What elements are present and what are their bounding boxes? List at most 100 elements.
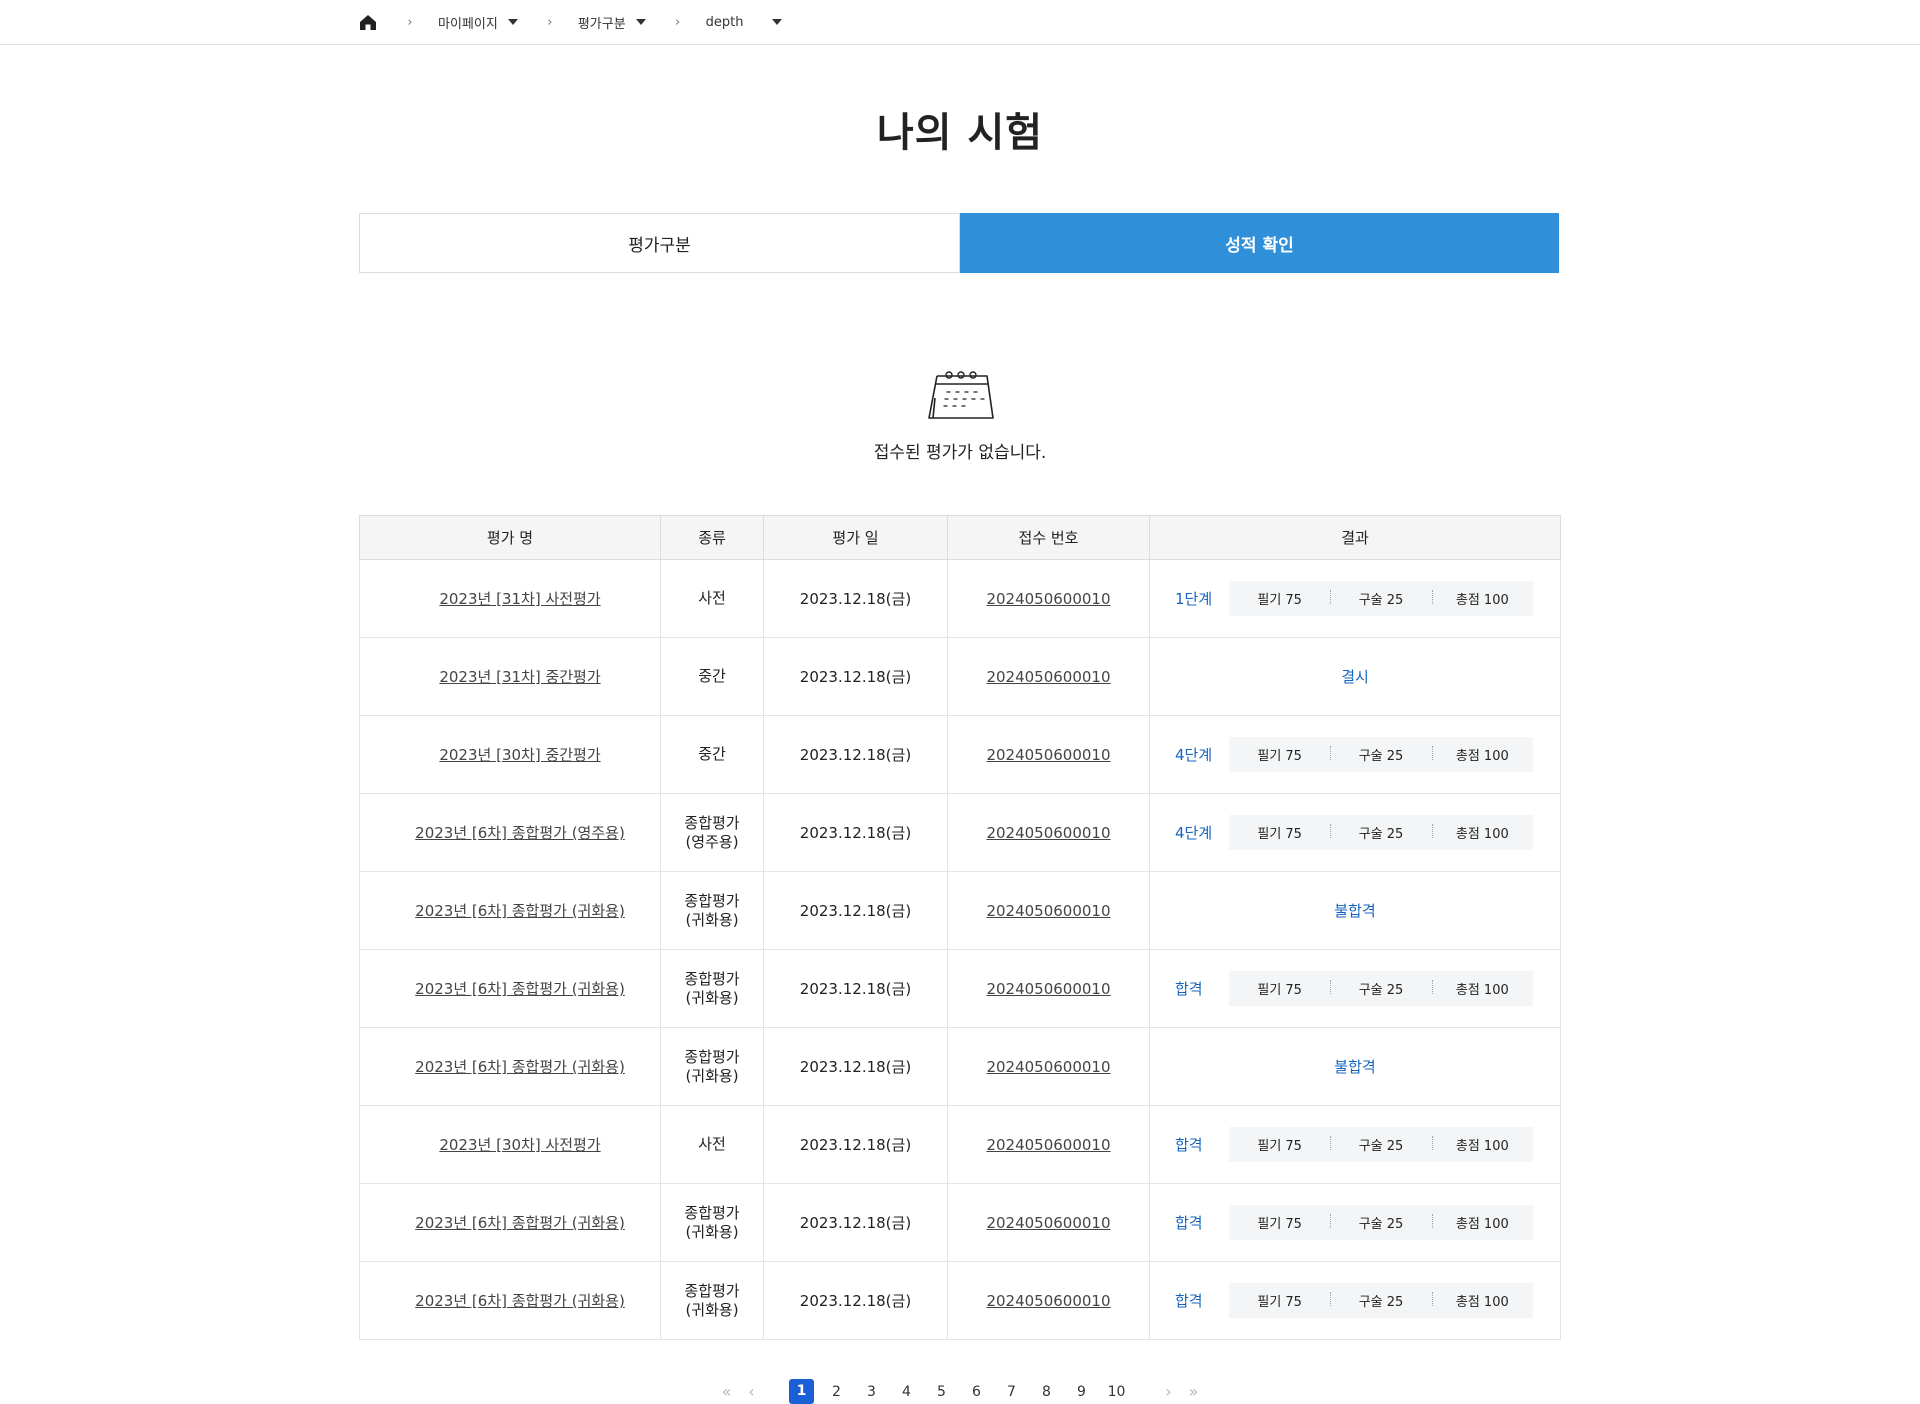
evaluation-name-link[interactable]: 2023년 [6차] 종합평가 (영주용) [415,824,625,842]
page-number-3[interactable]: 3 [854,1384,889,1400]
cell-date: 2023.12.18(금) [763,1105,948,1184]
breadcrumb-label: depth [705,14,744,30]
page-number-7[interactable]: 7 [994,1384,1029,1400]
receipt-number-link[interactable]: 2024050600010 [986,902,1110,920]
evaluation-name-link[interactable]: 2023년 [6차] 종합평가 (귀화용) [415,980,625,998]
page-number-1[interactable]: 1 [789,1379,814,1404]
result-status: 합격 [1175,1292,1203,1310]
receipt-number-link[interactable]: 2024050600010 [986,1058,1110,1076]
kind-line: 종합평가 [684,969,740,988]
header-result: 결과 [1149,515,1561,560]
oral-score: 구술 25 [1330,979,1431,998]
cell-evaluation-name: 2023년 [31차] 사전평가 [359,559,661,638]
chevron-right-icon[interactable]: › [1156,1382,1181,1401]
breadcrumb-label: 마이페이지 [438,16,498,32]
result-status: 결시 [1341,668,1369,686]
evaluation-name-link[interactable]: 2023년 [30차] 중간평가 [439,746,600,764]
tab-score-check[interactable]: 성적 확인 [960,213,1559,273]
cell-receipt-number: 2024050600010 [947,1027,1150,1106]
cell-evaluation-name: 2023년 [31차] 중간평가 [359,637,661,716]
score-box: 필기 75 구술 25 총점 100 [1229,1205,1533,1240]
cell-evaluation-name: 2023년 [6차] 종합평가 (귀화용) [359,949,661,1028]
total-score: 총점 100 [1431,823,1533,842]
cell-result: 합격 필기 75 구술 25 총점 100 [1149,949,1561,1028]
cell-result: 합격 필기 75 구술 25 총점 100 [1149,1105,1561,1184]
kind-line: 중간 [698,667,726,685]
oral-score: 구술 25 [1330,1291,1431,1310]
score-box: 필기 75 구술 25 총점 100 [1229,815,1533,850]
cell-receipt-number: 2024050600010 [947,637,1150,716]
cell-receipt-number: 2024050600010 [947,793,1150,872]
cell-evaluation-name: 2023년 [6차] 종합평가 (귀화용) [359,1027,661,1106]
evaluation-name-link[interactable]: 2023년 [6차] 종합평가 (귀화용) [415,1292,625,1310]
receipt-number-link[interactable]: 2024050600010 [986,746,1110,764]
receipt-number-link[interactable]: 2024050600010 [986,590,1110,608]
cell-kind: 종합평가 (귀화용) [660,949,764,1028]
header-date: 평가 일 [763,515,948,560]
cell-evaluation-name: 2023년 [30차] 사전평가 [359,1105,661,1184]
breadcrumb-item-category[interactable]: 평가구분 [578,13,646,32]
double-chevron-left-icon[interactable]: « [714,1382,739,1401]
receipt-number-link[interactable]: 2024050600010 [986,1136,1110,1154]
total-score: 총점 100 [1431,745,1533,764]
page-number-2[interactable]: 2 [819,1384,854,1400]
evaluation-name-link[interactable]: 2023년 [6차] 종합평가 (귀화용) [415,902,625,920]
written-score: 필기 75 [1257,1139,1302,1154]
receipt-number-link[interactable]: 2024050600010 [986,1292,1110,1310]
cell-date: 2023.12.18(금) [763,1027,948,1106]
result-detail: 합격 필기 75 구술 25 총점 100 [1151,1283,1559,1318]
oral-score: 구술 25 [1330,1135,1431,1154]
cell-evaluation-name: 2023년 [6차] 종합평가 (귀화용) [359,1183,661,1262]
chevron-left-icon[interactable]: ‹ [739,1382,764,1401]
table-row: 2023년 [6차] 종합평가 (영주용) 종합평가 (영주용) 2023.12.… [359,793,1561,872]
page-number-9[interactable]: 9 [1064,1384,1099,1400]
page-number-10[interactable]: 10 [1099,1384,1134,1400]
table-row: 2023년 [6차] 종합평가 (귀화용) 종합평가 (귀화용) 2023.12.… [359,871,1561,950]
empty-state: 접수된 평가가 없습니다. [0,370,1920,463]
breadcrumb-separator-icon: › [407,14,413,30]
table-row: 2023년 [31차] 사전평가 사전 2023.12.18(금) 202405… [359,559,1561,638]
cell-date: 2023.12.18(금) [763,871,948,950]
kind-line: 종합평가 [684,1281,740,1300]
page-number-5[interactable]: 5 [924,1384,959,1400]
evaluation-name-link[interactable]: 2023년 [6차] 종합평가 (귀화용) [415,1058,625,1076]
home-icon[interactable] [358,12,378,32]
page-number-6[interactable]: 6 [959,1384,994,1400]
tab-evaluation-category[interactable]: 평가구분 [359,213,960,273]
total-score: 총점 100 [1431,589,1533,608]
result-status: 1단계 [1175,590,1213,608]
total-score: 총점 100 [1431,1213,1533,1232]
cell-result: 4단계 필기 75 구술 25 총점 100 [1149,715,1561,794]
receipt-number-link[interactable]: 2024050600010 [986,1214,1110,1232]
table-row: 2023년 [6차] 종합평가 (귀화용) 종합평가 (귀화용) 2023.12.… [359,1261,1561,1340]
page-number-4[interactable]: 4 [889,1384,924,1400]
cell-result: 결시 [1149,637,1561,716]
page-number-8[interactable]: 8 [1029,1384,1064,1400]
cell-result: 합격 필기 75 구술 25 총점 100 [1149,1261,1561,1340]
breadcrumb-item-mypage[interactable]: 마이페이지 [438,13,518,32]
evaluation-name-link[interactable]: 2023년 [30차] 사전평가 [439,1136,600,1154]
written-score: 필기 75 [1257,1295,1302,1310]
breadcrumb-separator-icon: › [675,14,681,30]
receipt-number-link[interactable]: 2024050600010 [986,824,1110,842]
cell-result: 1단계 필기 75 구술 25 총점 100 [1149,559,1561,638]
kind-line: 종합평가 [684,891,740,910]
receipt-number-link[interactable]: 2024050600010 [986,980,1110,998]
score-box: 필기 75 구술 25 총점 100 [1229,581,1533,616]
kind-line: (귀화용) [685,1066,739,1085]
evaluation-name-link[interactable]: 2023년 [31차] 사전평가 [439,590,600,608]
cell-receipt-number: 2024050600010 [947,1183,1150,1262]
written-score: 필기 75 [1257,983,1302,998]
breadcrumb-item-depth[interactable]: depth [706,15,782,30]
table-row: 2023년 [30차] 중간평가 중간 2023.12.18(금) 202405… [359,715,1561,794]
results-table: 평가 명 종류 평가 일 접수 번호 결과 2023년 [31차] 사전평가 사… [359,515,1561,1340]
evaluation-name-link[interactable]: 2023년 [6차] 종합평가 (귀화용) [415,1214,625,1232]
evaluation-name-link[interactable]: 2023년 [31차] 중간평가 [439,668,600,686]
kind-line: 사전 [698,589,726,607]
cell-date: 2023.12.18(금) [763,559,948,638]
result-status: 4단계 [1175,824,1213,842]
written-score: 필기 75 [1257,749,1302,764]
result-status: 4단계 [1175,746,1213,764]
double-chevron-right-icon[interactable]: » [1181,1382,1206,1401]
receipt-number-link[interactable]: 2024050600010 [986,668,1110,686]
